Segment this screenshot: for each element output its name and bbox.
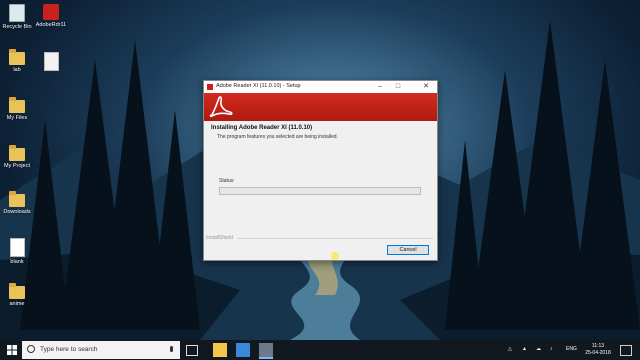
file-explorer-icon[interactable] (213, 343, 227, 357)
mouse-cursor-highlight (331, 252, 339, 260)
windows-start-icon[interactable] (2, 342, 22, 358)
desktop-icon-label: AdobeRdr11 (35, 22, 67, 28)
window-title: Adobe Reader XI (11.0.10) - Setup (216, 83, 301, 89)
folder-icon (9, 97, 25, 113)
minimize-button[interactable]: – (372, 81, 388, 93)
taskbar: Type here to search △ ▲ ☁ ♪ ENG 11:13 25… (0, 340, 640, 360)
notifications-icon[interactable] (620, 345, 632, 356)
desktop-icon-anime[interactable]: anime (0, 283, 34, 308)
desktop-icon-label: blank (10, 259, 24, 265)
onedrive-icon[interactable]: ☁ (536, 346, 541, 352)
store-icon[interactable] (236, 343, 250, 357)
cancel-button[interactable]: Cancel (387, 245, 429, 255)
desktop-icon-recycle-bin[interactable]: Recycle Bin (0, 4, 34, 31)
desktop-icon-label: lab (13, 67, 21, 73)
folder-icon (9, 191, 25, 207)
installshield-label: InstallShield (206, 235, 233, 241)
installer-window: Adobe Reader XI (11.0.10) - Setup – □ ✕ … (203, 80, 438, 261)
desktop-icon-my-files[interactable]: My Files (0, 97, 34, 122)
desktop: Recycle Bin AdobeRdr11 lab My Files My P… (0, 0, 640, 340)
desktop-icon-lab[interactable]: lab (0, 49, 34, 74)
recycle-bin-icon (9, 4, 25, 22)
language-indicator[interactable]: ENG (566, 346, 577, 352)
adobe-app-icon (207, 84, 213, 90)
folder-icon (9, 49, 25, 65)
install-subtitle: The program features you selected are be… (217, 134, 338, 140)
network-icon[interactable]: ▲ (522, 346, 527, 352)
volume-icon[interactable]: ♪ (550, 346, 553, 352)
task-view-icon[interactable] (186, 345, 198, 356)
close-button[interactable]: ✕ (418, 81, 434, 93)
setup-taskbar-icon[interactable] (259, 343, 273, 359)
adobe-acrobat-logo-icon (209, 96, 233, 118)
folder-icon (9, 283, 25, 299)
taskbar-clock[interactable]: 11:13 25-04-2018 (582, 343, 614, 357)
status-label: Status: (219, 178, 235, 184)
people-icon[interactable]: △ (508, 346, 512, 352)
installer-content: Installing Adobe Reader XI (11.0.10) The… (204, 121, 437, 260)
desktop-icon-label: Recycle Bin (2, 24, 32, 30)
adobe-installer-icon (43, 4, 59, 20)
microphone-icon[interactable] (170, 346, 173, 352)
install-heading: Installing Adobe Reader XI (11.0.10) (211, 125, 313, 131)
desktop-icon-document[interactable] (34, 52, 68, 73)
desktop-icon-my-project[interactable]: My Project (0, 145, 34, 170)
clock-time: 11:13 (591, 343, 605, 349)
folder-icon (9, 145, 25, 161)
desktop-icon-label: Downloads (3, 209, 31, 215)
desktop-icon-blank[interactable]: blank (0, 238, 34, 266)
desktop-icon-adobe-installer[interactable]: AdobeRdr11 (34, 4, 68, 29)
desktop-icon-label: My Files (6, 115, 28, 121)
taskbar-search-box[interactable]: Type here to search (22, 341, 180, 359)
divider (237, 238, 433, 239)
desktop-icon-label: My Project (4, 163, 30, 169)
title-bar[interactable]: Adobe Reader XI (11.0.10) - Setup – □ ✕ (204, 81, 437, 93)
document-icon (43, 52, 59, 71)
clock-date: 25-04-2018 (585, 350, 611, 356)
search-placeholder: Type here to search (40, 346, 98, 353)
progress-bar (219, 187, 421, 195)
desktop-icon-downloads[interactable]: Downloads (0, 191, 34, 216)
maximize-button[interactable]: □ (390, 81, 406, 93)
edge-file-icon (9, 238, 25, 257)
search-icon (27, 345, 35, 353)
desktop-icon-label: anime (9, 301, 25, 307)
adobe-banner (204, 93, 437, 121)
